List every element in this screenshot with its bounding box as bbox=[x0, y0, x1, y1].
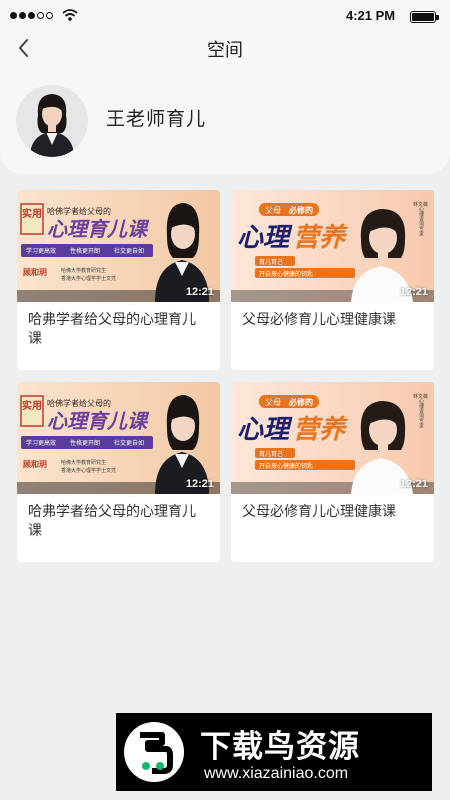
thumb-chip: 社交更自如 bbox=[114, 439, 144, 447]
thumb-chip: 社交更自如 bbox=[114, 247, 144, 255]
course-thumbnail[interactable]: 父母 必修的 心理 营养 育儿育己 开启身心健康的钥匙 林文薇 心理咨询专家 1… bbox=[231, 382, 434, 494]
watermark-title: 下载鸟资源 bbox=[200, 729, 360, 765]
video-duration: 12:21 bbox=[185, 478, 214, 490]
watermark-url: www.xiazainiao.com bbox=[204, 765, 349, 782]
thumb-chip: 开启身心健康的钥匙 bbox=[259, 270, 313, 278]
thumb-subtitle: 哈佛学者给父母的 bbox=[47, 206, 111, 216]
thumb-headline: 心理育儿课 bbox=[47, 409, 150, 433]
thumb-note: 心理咨询专家 bbox=[418, 205, 424, 236]
course-card[interactable]: 实用 哈佛学者给父母的 心理育儿课 学习更高效 性格更开朗 社交更自如 顾和玥 … bbox=[17, 382, 220, 562]
thumb-chip: 育儿育己 bbox=[259, 450, 283, 458]
thumb-teacher: 顾和玥 bbox=[23, 459, 47, 469]
course-title[interactable]: 哈弗学者给父母的心理育儿课 bbox=[28, 503, 208, 541]
thumb-subtitle: 哈佛学者给父母的 bbox=[47, 398, 111, 408]
thumb-headline: 心理育儿课 bbox=[47, 217, 150, 241]
page-title: 空间 bbox=[207, 40, 243, 61]
course-card[interactable]: 父母 必修的 心理 营养 育儿育己 开启身心健康的钥匙 林文薇 心理咨询专家 1… bbox=[231, 190, 434, 370]
thumb-tag: 实用 bbox=[22, 207, 42, 220]
course-thumbnail[interactable]: 父母 必修的 心理 营养 育儿育己 开启身心健康的钥匙 林文薇 心理咨询专家 1… bbox=[231, 190, 434, 302]
thumb-note: 哈佛大学教育研究生 bbox=[61, 459, 106, 466]
avatar bbox=[16, 85, 88, 157]
thumb-tag: 必修的 bbox=[288, 205, 313, 215]
signal-strength-icon bbox=[10, 12, 53, 19]
thumb-tag: 父母 bbox=[265, 206, 281, 215]
course-title[interactable]: 父母必修育儿心理健康课 bbox=[242, 311, 422, 330]
battery-icon bbox=[410, 11, 439, 23]
thumb-chip: 育儿育己 bbox=[259, 258, 283, 266]
thumb-headline: 营养 bbox=[293, 223, 348, 253]
page-header: 空间 王老师育儿 bbox=[0, 32, 450, 174]
thumb-tag: 父母 bbox=[265, 398, 281, 407]
wifi-icon bbox=[62, 9, 78, 21]
thumb-chip: 学习更高效 bbox=[26, 439, 56, 447]
course-title[interactable]: 哈弗学者给父母的心理育儿课 bbox=[28, 311, 208, 349]
thumb-chip: 性格更开朗 bbox=[70, 247, 100, 255]
status-time: 4:21 PM bbox=[346, 8, 396, 23]
thumb-tag: 实用 bbox=[22, 399, 42, 412]
video-duration: 12:21 bbox=[399, 286, 428, 298]
thumb-headline: 营养 bbox=[293, 415, 348, 445]
thumb-chip: 性格更开朗 bbox=[70, 439, 100, 447]
video-duration: 12:21 bbox=[399, 478, 428, 490]
course-card[interactable]: 实用 哈佛学者给父母的 心理育儿课 学习更高效 性格更开朗 社交更自如 顾和玥 … bbox=[17, 190, 220, 370]
thumb-note: 香港大学心理学学士文凭 bbox=[61, 275, 116, 282]
thumb-note: 哈佛大学教育研究生 bbox=[61, 267, 106, 274]
status-bar: 4:21 PM bbox=[0, 0, 450, 32]
thumb-teacher: 顾和玥 bbox=[23, 267, 47, 277]
thumb-note: 心理咨询专家 bbox=[418, 397, 424, 428]
profile-name: 王老师育儿 bbox=[106, 108, 207, 130]
bird-logo-icon bbox=[124, 722, 184, 782]
course-thumbnail[interactable]: 实用 哈佛学者给父母的 心理育儿课 学习更高效 性格更开朗 社交更自如 顾和玥 … bbox=[17, 382, 220, 494]
course-title[interactable]: 父母必修育儿心理健康课 bbox=[242, 503, 422, 522]
thumb-chip: 学习更高效 bbox=[26, 247, 56, 255]
thumb-chip: 开启身心健康的钥匙 bbox=[259, 462, 313, 470]
course-card[interactable]: 父母 必修的 心理 营养 育儿育己 开启身心健康的钥匙 林文薇 心理咨询专家 1… bbox=[231, 382, 434, 562]
thumb-note: 香港大学心理学学士文凭 bbox=[61, 467, 116, 474]
thumb-tag: 必修的 bbox=[288, 397, 313, 407]
video-duration: 12:21 bbox=[185, 286, 214, 298]
thumb-headline: 心理 bbox=[237, 223, 293, 253]
thumb-headline: 心理 bbox=[237, 415, 293, 445]
course-thumbnail[interactable]: 实用 哈佛学者给父母的 心理育儿课 学习更高效 性格更开朗 社交更自如 顾和玥 … bbox=[17, 190, 220, 302]
watermark: 下载鸟资源 www.xiazainiao.com bbox=[116, 713, 432, 791]
